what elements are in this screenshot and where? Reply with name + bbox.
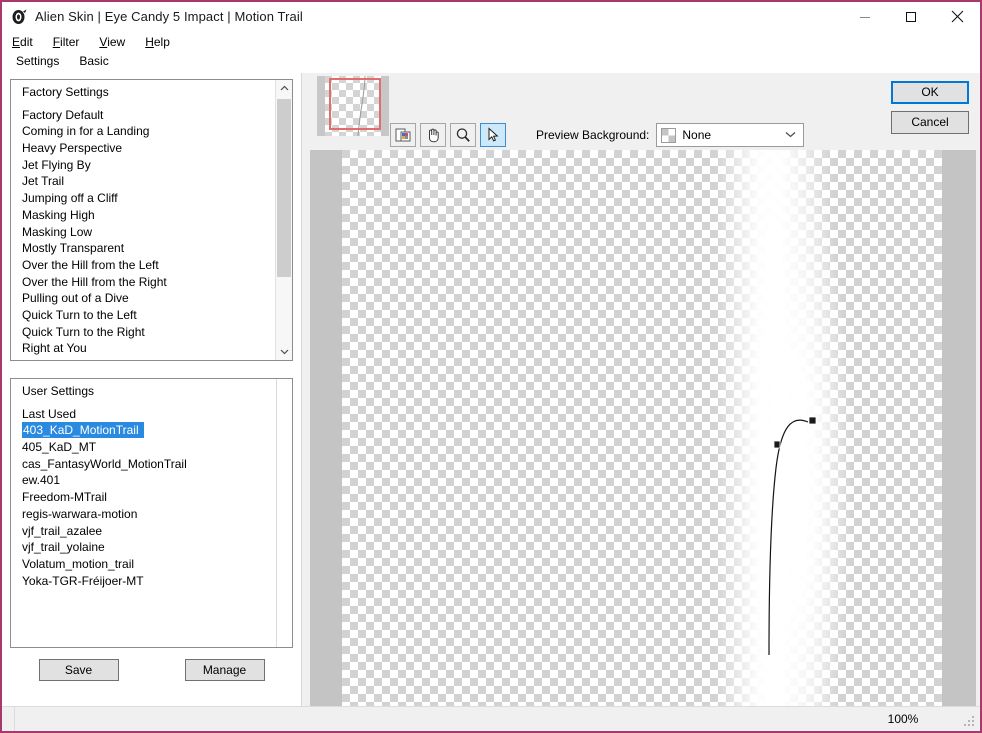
main-content: Factory Settings Factory Default Coming … (2, 73, 980, 706)
title-bar: Alien Skin | Eye Candy 5 Impact | Motion… (2, 2, 980, 31)
list-item[interactable]: Coming in for a Landing (11, 123, 275, 140)
list-item[interactable]: vjf_trail_azalee (11, 523, 275, 540)
factory-settings-header: Factory Settings (22, 85, 109, 99)
status-left-cell (2, 707, 15, 731)
ok-button[interactable]: OK (891, 81, 969, 104)
list-item[interactable]: Over the Hill from the Right (11, 274, 275, 291)
close-button[interactable] (934, 2, 980, 31)
list-item[interactable]: Yoka-TGR-Fréijoer-MT (11, 573, 275, 590)
plugin-window: Alien Skin | Eye Candy 5 Impact | Motion… (0, 0, 982, 733)
cancel-button[interactable]: Cancel (891, 111, 969, 134)
navigator-viewport-rect[interactable] (329, 78, 381, 130)
maximize-button[interactable] (888, 2, 934, 31)
list-item[interactable]: vjf_trail_yolaine (11, 539, 275, 556)
minimize-button[interactable] (842, 2, 888, 31)
scroll-down-icon[interactable] (276, 343, 292, 360)
navigator-thumbnail[interactable] (317, 76, 389, 136)
dialog-buttons: OK Cancel (891, 81, 969, 134)
path-handle-end (808, 416, 817, 425)
save-button[interactable]: Save (38, 659, 119, 681)
preview-background-swatch (661, 127, 677, 143)
zoom-tool-icon[interactable] (450, 123, 476, 147)
preview-background-select[interactable]: None (656, 123, 805, 147)
settings-panel: Factory Settings Factory Default Coming … (2, 73, 302, 706)
list-item[interactable]: ew.401 (11, 472, 275, 489)
menu-mnemonic: E (12, 34, 21, 49)
list-item-selected-row: 403_KaD_MotionTrail (11, 422, 275, 439)
list-item[interactable]: Jumping off a Cliff (11, 190, 275, 207)
preview-canvas[interactable] (310, 150, 976, 706)
hand-tool-icon[interactable] (420, 123, 446, 147)
path-handle (773, 440, 781, 449)
preview-toolbar: Preview Background: None (390, 123, 805, 147)
list-item[interactable]: Quick Turn to the Right (11, 324, 275, 341)
list-item[interactable]: Over the Hill from the Left (11, 257, 275, 274)
motion-trail-path[interactable] (310, 150, 950, 706)
menu-item-label: iew (107, 34, 126, 49)
menu-item-help[interactable]: Help (143, 33, 180, 51)
menu-mnemonic: H (145, 34, 154, 49)
list-item[interactable]: Masking High (11, 207, 275, 224)
factory-settings-scrollbar[interactable] (275, 80, 292, 360)
factory-settings-items: Factory Settings Factory Default Coming … (11, 80, 275, 360)
list-item-selected[interactable]: 403_KaD_MotionTrail (22, 422, 144, 439)
preview-panel: Preview Background: None OK Cancel (302, 73, 980, 706)
user-settings-listbox[interactable]: User Settings Last Used 403_KaD_MotionTr… (10, 378, 293, 648)
scrollbar-thumb[interactable] (277, 99, 291, 277)
list-item[interactable]: Jet Trail (11, 173, 275, 190)
list-item[interactable]: Right at You (11, 340, 275, 357)
settings-button-row: Save Manage (10, 659, 293, 681)
user-settings-items: User Settings Last Used 403_KaD_MotionTr… (11, 379, 275, 647)
list-item[interactable]: Heavy Perspective (11, 140, 275, 157)
status-bar: 100% (2, 706, 980, 731)
list-item[interactable]: Factory Default (11, 107, 275, 124)
list-item[interactable]: Masking Low (11, 224, 275, 241)
menu-item-edit[interactable]: Edit (10, 33, 43, 51)
menu-bar: Edit Filter View Help (2, 31, 980, 52)
list-item[interactable]: 405_KaD_MT (11, 439, 275, 456)
list-item[interactable]: cas_FantasyWorld_MotionTrail (11, 456, 275, 473)
tab-settings[interactable]: Settings (6, 51, 70, 73)
user-settings-header: User Settings (22, 384, 95, 398)
tab-basic[interactable]: Basic (69, 51, 119, 73)
menu-item-label: elp (153, 34, 170, 49)
menu-item-view[interactable]: View (97, 33, 135, 51)
alien-skin-logo-icon (10, 8, 28, 26)
scroll-up-icon[interactable] (276, 80, 292, 97)
list-item[interactable]: Pulling out of a Dive (11, 290, 275, 307)
list-item[interactable]: Jet Flying By (11, 157, 275, 174)
menu-item-label: dit (20, 34, 33, 49)
zoom-level: 100% (887, 712, 919, 726)
user-settings-scrollbar[interactable] (275, 379, 292, 647)
scrollbar-track-line (276, 379, 277, 647)
window-title: Alien Skin | Eye Candy 5 Impact | Motion… (35, 9, 303, 24)
menu-item-filter[interactable]: Filter (51, 33, 90, 51)
list-item[interactable]: Last Used (11, 406, 275, 423)
arrow-tool-icon[interactable] (480, 123, 506, 147)
preview-background-value: None (682, 128, 712, 142)
list-item[interactable]: regis-warwara-motion (11, 506, 275, 523)
preview-background-label: Preview Background: (536, 128, 650, 142)
list-item[interactable]: Volatum_motion_trail (11, 556, 275, 573)
resize-grip-icon[interactable] (964, 716, 976, 728)
manage-button[interactable]: Manage (184, 659, 265, 681)
window-controls (842, 2, 980, 31)
preview-compare-icon[interactable] (390, 123, 416, 147)
menu-mnemonic: F (52, 34, 61, 49)
list-item[interactable]: Quick Turn to the Left (11, 307, 275, 324)
list-item[interactable]: Mostly Transparent (11, 240, 275, 257)
chevron-down-icon[interactable] (785, 130, 796, 141)
list-item[interactable]: Freedom-MTrail (11, 489, 275, 506)
tab-strip: Settings Basic (2, 51, 980, 73)
factory-settings-listbox[interactable]: Factory Settings Factory Default Coming … (10, 79, 293, 361)
menu-item-label: ilter (60, 34, 80, 49)
